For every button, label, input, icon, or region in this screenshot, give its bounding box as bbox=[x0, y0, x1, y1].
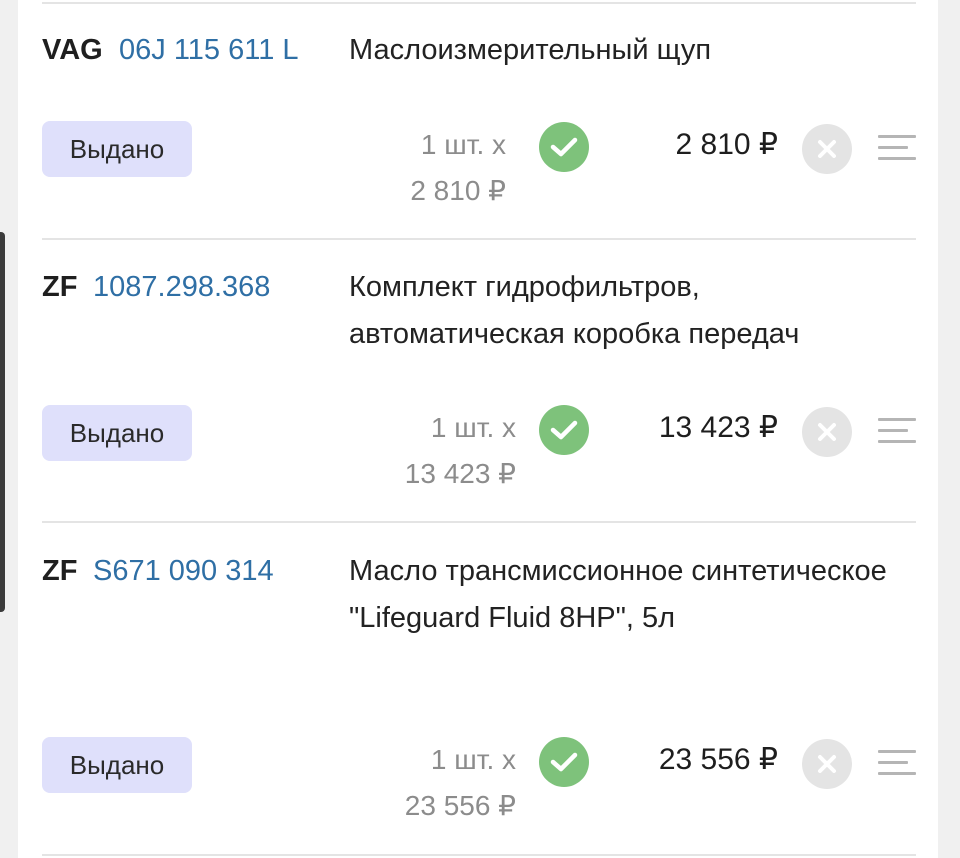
item-quantity: 1 шт. х 23 556 ₽ bbox=[370, 737, 516, 829]
item-quantity: 1 шт. х 13 423 ₽ bbox=[370, 405, 516, 497]
item-brand: ZF bbox=[42, 271, 78, 303]
unit-price: 2 810 ₽ bbox=[410, 175, 506, 206]
x-circle-icon[interactable] bbox=[802, 407, 852, 457]
order-items-card: VAG 06J 115 611 L Маслоизмерительный щуп… bbox=[18, 0, 938, 858]
x-circle-icon[interactable] bbox=[802, 739, 852, 789]
quantity-label: 1 шт. х bbox=[420, 129, 506, 160]
drag-handle-icon[interactable] bbox=[878, 750, 916, 776]
status-badge: Выдано bbox=[42, 405, 192, 461]
check-circle-icon[interactable] bbox=[539, 122, 589, 172]
unit-price: 13 423 ₽ bbox=[404, 458, 516, 489]
status-badge: Выдано bbox=[42, 737, 192, 793]
item-name: Масло трансмиссионное синтетическое "Lif… bbox=[349, 555, 887, 634]
divider bbox=[42, 521, 916, 523]
item-name: Маслоизмерительный щуп bbox=[349, 34, 712, 66]
quantity-label: 1 шт. х bbox=[430, 744, 516, 775]
item-brand: VAG bbox=[42, 34, 103, 66]
item-brand: ZF bbox=[42, 555, 78, 587]
divider bbox=[42, 2, 916, 4]
check-circle-icon[interactable] bbox=[539, 405, 589, 455]
divider bbox=[42, 238, 916, 240]
unit-price: 23 556 ₽ bbox=[404, 790, 516, 821]
check-circle-icon[interactable] bbox=[539, 737, 589, 787]
item-article-link[interactable]: S671 090 314 bbox=[93, 555, 274, 588]
drag-handle-icon[interactable] bbox=[878, 418, 916, 444]
x-circle-icon[interactable] bbox=[802, 124, 852, 174]
divider bbox=[42, 854, 916, 856]
item-total: 2 810 ₽ bbox=[675, 128, 779, 161]
item-article-link[interactable]: 1087.298.368 bbox=[93, 271, 270, 304]
drag-handle-icon[interactable] bbox=[878, 135, 916, 161]
item-article-link[interactable]: 06J 115 611 L bbox=[119, 34, 299, 67]
quantity-label: 1 шт. х bbox=[430, 412, 516, 443]
item-total: 13 423 ₽ bbox=[658, 411, 778, 444]
status-badge: Выдано bbox=[42, 121, 192, 177]
item-total: 23 556 ₽ bbox=[658, 743, 778, 776]
item-quantity: 1 шт. х 2 810 ₽ bbox=[378, 122, 506, 214]
side-scroll-handle[interactable] bbox=[0, 232, 5, 612]
item-name: Комплект гидрофильтров, автоматическая к… bbox=[349, 271, 800, 350]
